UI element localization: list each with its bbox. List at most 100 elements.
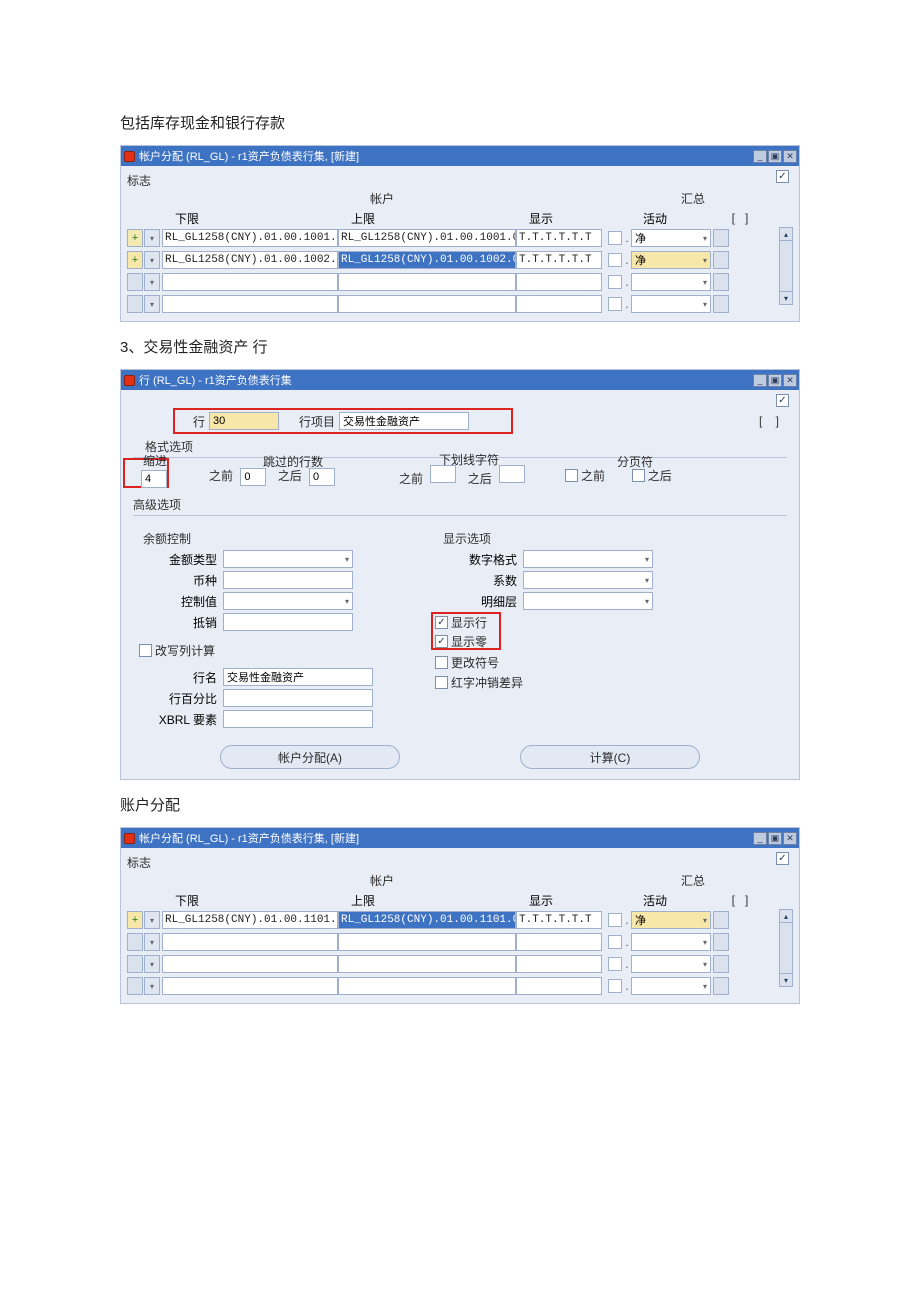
override-calc-check[interactable]: 改写列计算 xyxy=(139,642,215,659)
row-detail-button[interactable] xyxy=(713,251,729,269)
scroll-up-icon[interactable]: ▴ xyxy=(779,227,793,241)
scrollbar-3[interactable]: ▴ ▾ xyxy=(779,909,793,997)
scroll-thumb[interactable] xyxy=(779,241,793,291)
scroll-thumb-3[interactable] xyxy=(779,923,793,973)
lower-cell[interactable] xyxy=(162,977,338,995)
lower-cell[interactable]: RL_GL1258(CNY).01.00.1002.00. xyxy=(162,251,338,269)
row-checkbox[interactable] xyxy=(608,231,622,245)
currency-input[interactable] xyxy=(223,571,353,589)
row-dropdown[interactable]: ▾ xyxy=(144,295,160,313)
row-expand-button[interactable] xyxy=(127,955,143,973)
row-checkbox[interactable] xyxy=(608,913,622,927)
scroll-up-icon-3[interactable]: ▴ xyxy=(779,909,793,923)
restore-button-2[interactable]: ▣ xyxy=(768,374,782,387)
item-input[interactable]: 交易性金融资产 xyxy=(339,412,469,430)
lower-cell[interactable] xyxy=(162,273,338,291)
lower-cell[interactable]: RL_GL1258(CNY).01.00.1101.00. xyxy=(162,911,338,929)
upper-cell[interactable] xyxy=(338,273,516,291)
restore-button-3[interactable]: ▣ xyxy=(768,832,782,845)
lower-cell[interactable] xyxy=(162,933,338,951)
minimize-button-3[interactable]: _ xyxy=(753,832,767,845)
row-expand-button[interactable]: + xyxy=(127,229,143,247)
top-checkbox-3[interactable]: ✓ xyxy=(776,852,789,865)
row-detail-button[interactable] xyxy=(713,273,729,291)
scroll-down-icon-3[interactable]: ▾ xyxy=(779,973,793,987)
row-expand-button[interactable]: + xyxy=(127,251,143,269)
show-cell[interactable] xyxy=(516,273,602,291)
row-expand-button[interactable] xyxy=(127,977,143,995)
activity-cell[interactable]: 净 xyxy=(631,911,711,929)
skip-after-input[interactable]: 0 xyxy=(309,468,335,486)
minimize-button-2[interactable]: _ xyxy=(753,374,767,387)
row-detail-button[interactable] xyxy=(713,229,729,247)
offset-input[interactable] xyxy=(223,613,353,631)
row-detail-button[interactable] xyxy=(713,977,729,995)
close-button-3[interactable]: ✕ xyxy=(783,832,797,845)
activity-cell[interactable] xyxy=(631,955,711,973)
activity-cell[interactable] xyxy=(631,933,711,951)
show-zero-check[interactable]: 显示零 xyxy=(435,633,487,650)
scroll-down-icon[interactable]: ▾ xyxy=(779,291,793,305)
upper-cell[interactable]: RL_GL1258(CNY).01.00.1002.00. xyxy=(338,251,516,269)
detail-input[interactable] xyxy=(523,592,653,610)
top-checkbox-2[interactable]: ✓ xyxy=(776,394,789,407)
activity-cell[interactable] xyxy=(631,295,711,313)
num-format-input[interactable] xyxy=(523,550,653,568)
account-assign-button[interactable]: 帐户分配(A) xyxy=(220,745,400,769)
row-checkbox[interactable] xyxy=(608,957,622,971)
row-detail-button[interactable] xyxy=(713,911,729,929)
activity-cell[interactable] xyxy=(631,977,711,995)
upper-cell[interactable]: RL_GL1258(CNY).01.00.1001.00. xyxy=(338,229,516,247)
upper-cell[interactable] xyxy=(338,933,516,951)
skip-before-input[interactable]: 0 xyxy=(240,468,266,486)
row-expand-button[interactable] xyxy=(127,933,143,951)
row-dropdown[interactable]: ▾ xyxy=(144,955,160,973)
row-pct-input[interactable] xyxy=(223,689,373,707)
upper-cell[interactable] xyxy=(338,955,516,973)
row-dropdown[interactable]: ▾ xyxy=(144,251,160,269)
activity-cell[interactable] xyxy=(631,273,711,291)
lower-cell[interactable]: RL_GL1258(CNY).01.00.1001.00. xyxy=(162,229,338,247)
row-expand-button[interactable] xyxy=(127,273,143,291)
row-checkbox[interactable] xyxy=(608,935,622,949)
lower-cell[interactable] xyxy=(162,295,338,313)
upper-cell[interactable]: RL_GL1258(CNY).01.00.1101.00. xyxy=(338,911,516,929)
pb-before-check[interactable]: 之前 xyxy=(565,467,605,484)
close-button[interactable]: ✕ xyxy=(783,150,797,163)
upper-cell[interactable] xyxy=(338,977,516,995)
row-checkbox[interactable] xyxy=(608,297,622,311)
upper-cell[interactable] xyxy=(338,295,516,313)
show-cell[interactable] xyxy=(516,977,602,995)
row-dropdown[interactable]: ▾ xyxy=(144,229,160,247)
red-diff-check[interactable]: 红字冲销差异 xyxy=(435,674,523,691)
indent-input[interactable]: 4 xyxy=(141,470,167,488)
show-cell[interactable] xyxy=(516,955,602,973)
factor-input[interactable] xyxy=(523,571,653,589)
lower-cell[interactable] xyxy=(162,955,338,973)
show-row-check[interactable]: 显示行 xyxy=(435,614,487,631)
close-button-2[interactable]: ✕ xyxy=(783,374,797,387)
row-detail-button[interactable] xyxy=(713,295,729,313)
row-checkbox[interactable] xyxy=(608,275,622,289)
row-dropdown[interactable]: ▾ xyxy=(144,977,160,995)
change-sign-check[interactable]: 更改符号 xyxy=(435,654,499,671)
activity-cell[interactable]: 净 xyxy=(631,251,711,269)
restore-button[interactable]: ▣ xyxy=(768,150,782,163)
show-cell[interactable] xyxy=(516,295,602,313)
show-cell[interactable]: T.T.T.T.T.T xyxy=(516,911,602,929)
calc-button[interactable]: 计算(C) xyxy=(520,745,700,769)
row-checkbox[interactable] xyxy=(608,253,622,267)
row-input[interactable]: 30 xyxy=(209,412,279,430)
row-checkbox[interactable] xyxy=(608,979,622,993)
row-dropdown[interactable]: ▾ xyxy=(144,273,160,291)
row-detail-button[interactable] xyxy=(713,955,729,973)
top-checkbox-1[interactable]: ✓ xyxy=(776,170,789,183)
xbrl-input[interactable] xyxy=(223,710,373,728)
show-cell[interactable]: T.T.T.T.T.T xyxy=(516,229,602,247)
row-expand-button[interactable] xyxy=(127,295,143,313)
row-name-input[interactable]: 交易性金融资产 xyxy=(223,668,373,686)
row-detail-button[interactable] xyxy=(713,933,729,951)
ctrl-value-input[interactable] xyxy=(223,592,353,610)
row-dropdown[interactable]: ▾ xyxy=(144,911,160,929)
row-dropdown[interactable]: ▾ xyxy=(144,933,160,951)
